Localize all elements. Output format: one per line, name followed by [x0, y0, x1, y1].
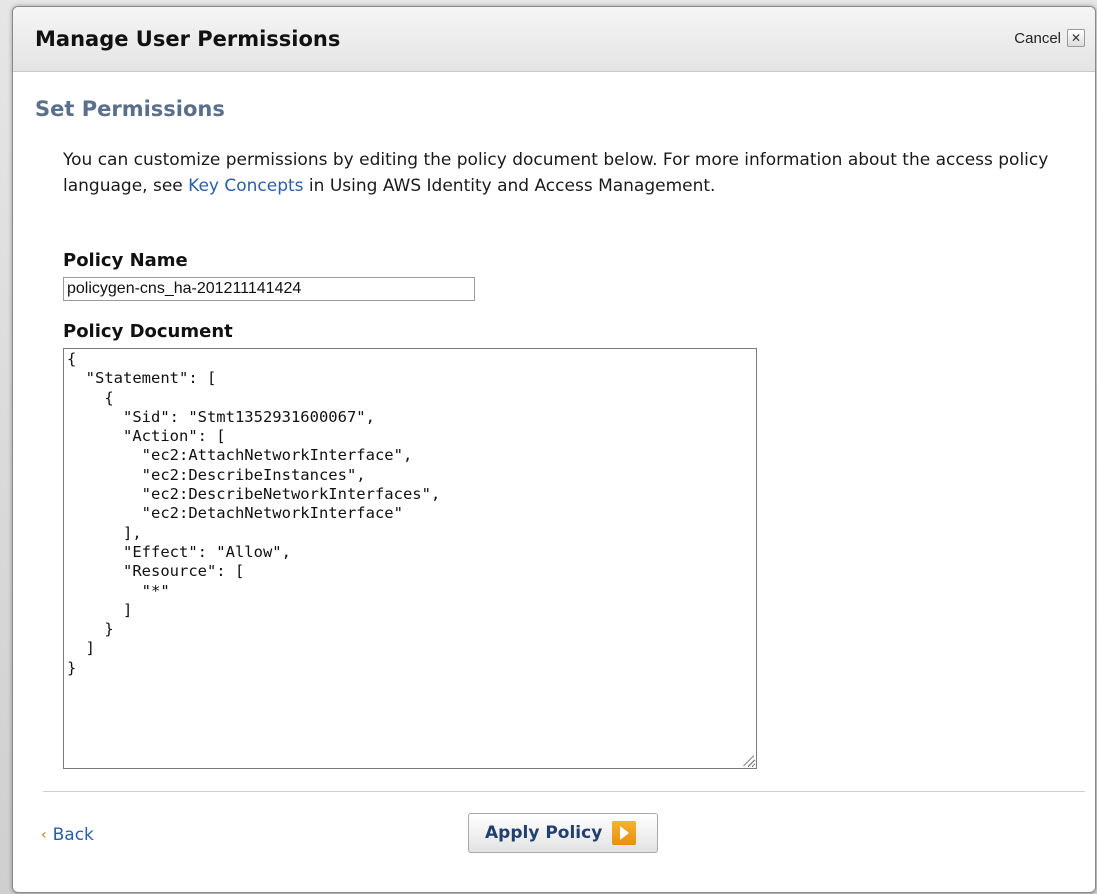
back-label: Back	[52, 825, 94, 845]
manage-permissions-dialog: Manage User Permissions Cancel ✕ Set Per…	[12, 6, 1096, 893]
resize-grip-icon[interactable]	[740, 752, 754, 766]
chevron-left-icon: ‹	[41, 827, 47, 843]
intro-text: You can customize permissions by editing…	[63, 147, 1063, 199]
play-arrow-icon	[612, 821, 637, 845]
back-button[interactable]: ‹ Back	[41, 825, 94, 845]
apply-policy-button[interactable]: Apply Policy	[468, 813, 658, 853]
policy-name-input[interactable]	[63, 277, 475, 301]
section-title: Set Permissions	[35, 97, 225, 121]
intro-text-after: in Using AWS Identity and Access Managem…	[303, 176, 716, 196]
apply-policy-label: Apply Policy	[485, 823, 603, 843]
cancel-label: Cancel	[1014, 29, 1061, 47]
key-concepts-link[interactable]: Key Concepts	[188, 176, 303, 196]
cancel-button[interactable]: Cancel ✕	[1014, 29, 1085, 47]
policy-name-label: Policy Name	[63, 250, 188, 271]
footer-divider	[43, 791, 1085, 792]
policy-document-label: Policy Document	[63, 321, 233, 342]
dialog-header: Manage User Permissions Cancel ✕	[13, 7, 1095, 72]
dialog-title: Manage User Permissions	[35, 27, 341, 51]
policy-document-textarea[interactable]: { "Statement": [ { "Sid": "Stmt135293160…	[63, 348, 757, 769]
close-icon[interactable]: ✕	[1067, 29, 1085, 47]
